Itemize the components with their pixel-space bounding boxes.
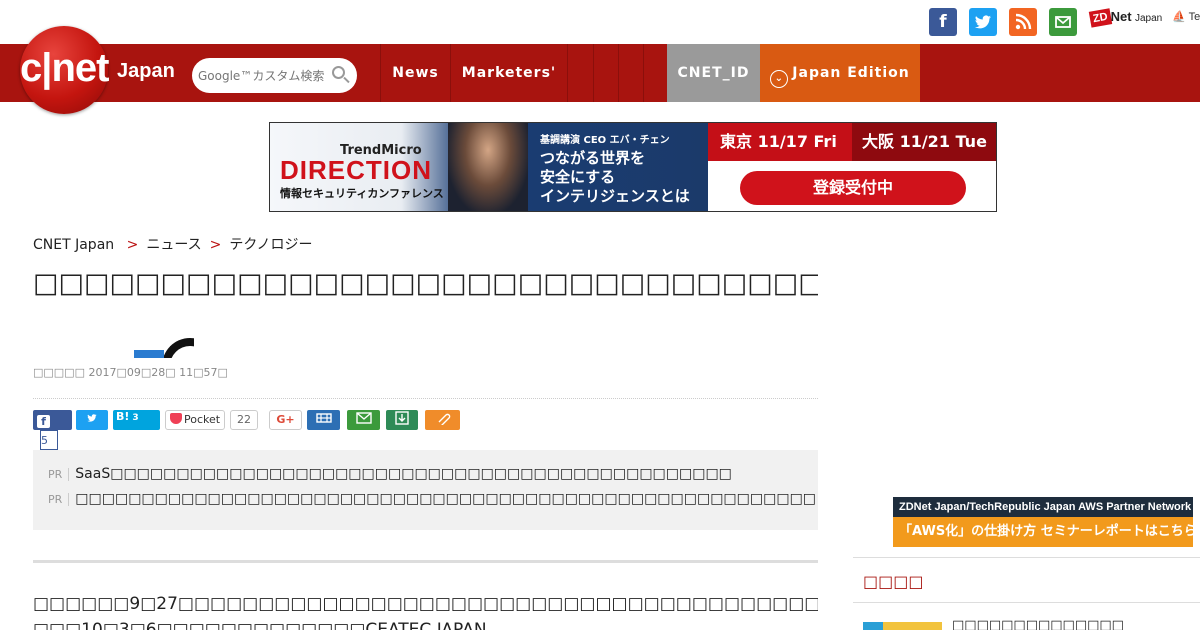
email-share-button[interactable] xyxy=(347,410,380,430)
pocket-count: 22 xyxy=(230,410,258,430)
ad-conference: 情報セキュリティカンファレンス xyxy=(280,187,444,200)
search-icon[interactable] xyxy=(332,66,345,79)
hatena-icon: B! xyxy=(116,410,130,423)
ad-event: DIRECTION xyxy=(280,155,432,185)
search-box xyxy=(192,58,357,93)
nav-empty-3[interactable] xyxy=(618,44,643,102)
cnet-logo[interactable]: c|net xyxy=(20,26,109,114)
chevron-down-icon: ⌄ xyxy=(770,70,789,88)
pr-box: PR SaaS□□□□□□□□□□□□□□□□□□□□□□□□□□□□□□□□□□… xyxy=(33,450,818,530)
article-thumbnail xyxy=(134,334,194,358)
print-icon xyxy=(315,413,332,423)
clip-button[interactable] xyxy=(425,410,460,430)
twitter-share-button[interactable] xyxy=(76,410,108,430)
article-title: □□□□□□□□□□□□□□□□□□□□□□□□□□□□□□□□□□□□□□□□… xyxy=(33,268,818,299)
nav-empty-2[interactable] xyxy=(593,44,618,102)
pocket-button[interactable]: Pocket xyxy=(165,410,225,430)
breadcrumb-separator: > xyxy=(209,237,222,253)
pr-item[interactable]: PR □□□□□□□□□□□□□□□□□□□□□□□□□□□□□□□□□□□□□□… xyxy=(48,491,816,507)
cnet-id-button[interactable]: CNET_ID xyxy=(667,44,760,102)
sidebar-thumbnail[interactable] xyxy=(863,622,942,630)
divider xyxy=(33,398,818,399)
ad-osaka-date: 大阪 11/21 Tue xyxy=(852,123,996,161)
nav-empty-1[interactable] xyxy=(567,44,593,102)
sidebar-item[interactable]: □□□□□□□□□□□□□□ xyxy=(952,618,1124,630)
facebook-icon[interactable]: f xyxy=(929,8,957,36)
breadcrumb-separator: > xyxy=(122,237,139,253)
aws-banner-bottom: 「AWS化」の仕掛け方 セミナーレポートはこちら xyxy=(893,517,1193,547)
techrepublic-link[interactable]: ⛵ Te xyxy=(1172,10,1200,23)
ad-tokyo-date: 東京 11/17 Fri xyxy=(708,123,852,161)
zdnet-japan-link[interactable]: ZD Net Japan xyxy=(1088,8,1162,28)
pocket-icon xyxy=(170,413,182,424)
logo-japan-text[interactable]: Japan xyxy=(117,60,175,83)
save-button[interactable] xyxy=(386,410,418,430)
download-icon xyxy=(395,411,409,425)
facebook-icon: f xyxy=(37,415,50,428)
search-input[interactable] xyxy=(198,66,330,86)
hatena-bookmark-button[interactable]: B! 3 xyxy=(113,410,160,430)
nav-marketers[interactable]: Marketers' xyxy=(450,44,567,102)
ad-keynote: 基調講演 CEO エバ・チェン xyxy=(540,135,670,146)
divider xyxy=(33,560,818,563)
rss-icon[interactable] xyxy=(1009,8,1037,36)
mail-icon[interactable] xyxy=(1049,8,1077,36)
aws-banner[interactable]: ZDNet Japan/TechRepublic Japan AWS Partn… xyxy=(893,497,1193,547)
article-date: □□□□□ 2017□09□28□ 11□57□ xyxy=(33,366,228,379)
facebook-share-button[interactable]: f 5 xyxy=(33,410,72,450)
utility-bar: f ZD Net Japan ⛵ Te xyxy=(0,0,1200,44)
ad-speaker-photo xyxy=(448,123,528,211)
article-body: □□□□□□9□27□□□□□□□□□□□□□□□□□□□□□□□□□□□□□□… xyxy=(33,594,818,630)
sidebar-heading: □□□□ xyxy=(853,557,1200,603)
ad-register-button[interactable]: 登録受付中 xyxy=(740,171,966,205)
ad-message: つながる世界を 安全にする インテリジェンスとは xyxy=(540,149,690,205)
pr-item[interactable]: PR SaaS□□□□□□□□□□□□□□□□□□□□□□□□□□□□□□□□□□… xyxy=(48,466,732,482)
japan-edition-button[interactable]: ⌄ Japan Edition xyxy=(760,44,920,102)
ad-banner[interactable]: TrendMicro DIRECTION 情報セキュリティカンファレンス 基調講… xyxy=(269,122,997,212)
breadcrumb-sub[interactable]: テクノロジー xyxy=(229,237,312,253)
print-button[interactable] xyxy=(307,410,340,430)
paperclip-icon xyxy=(438,413,450,427)
breadcrumb-section[interactable]: ニュース xyxy=(146,237,201,253)
nav-news[interactable]: News xyxy=(380,44,450,102)
twitter-icon[interactable] xyxy=(969,8,997,36)
breadcrumb: CNET Japan > ニュース > テクノロジー xyxy=(33,234,313,254)
google-plus-button[interactable]: G+ xyxy=(269,410,302,430)
twitter-icon xyxy=(87,414,97,422)
aws-banner-top: ZDNet Japan/TechRepublic Japan AWS Partn… xyxy=(893,497,1193,517)
nav-divider xyxy=(643,44,667,102)
mail-icon xyxy=(355,412,372,424)
breadcrumb-home[interactable]: CNET Japan xyxy=(33,237,114,253)
